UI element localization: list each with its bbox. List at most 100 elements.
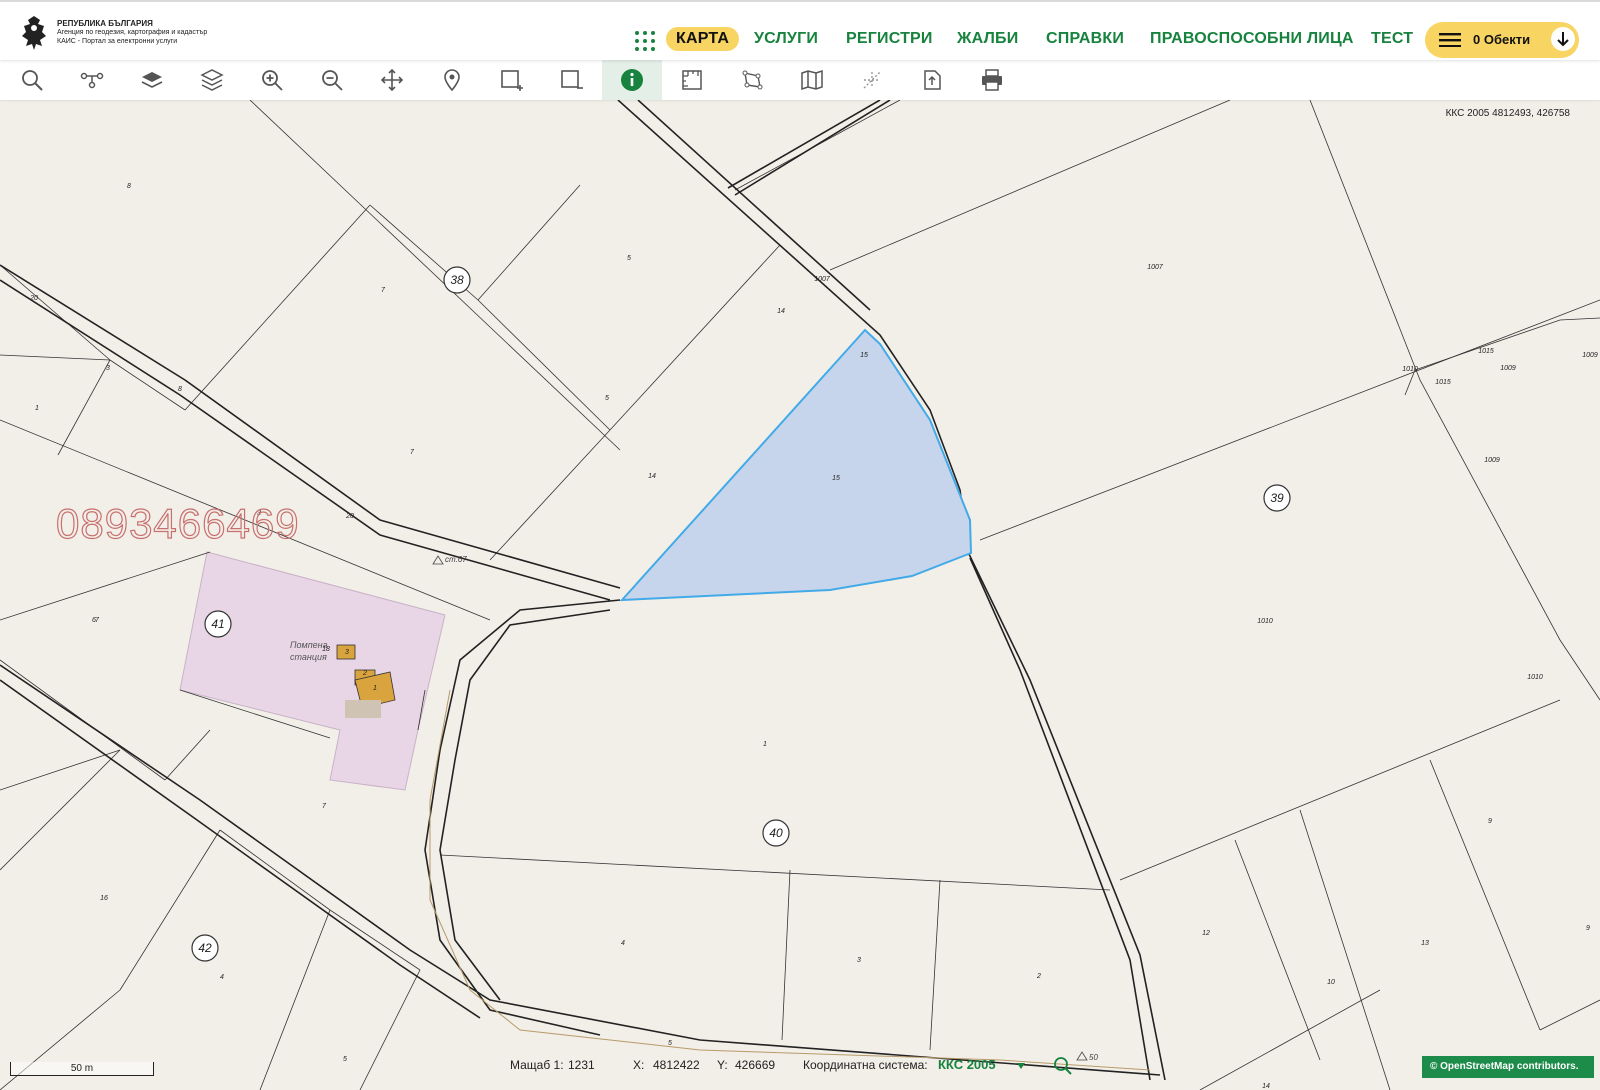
logo-title: РЕПУБЛИКА БЪЛГАРИЯ <box>57 19 153 28</box>
objects-button[interactable]: 0 Обекти <box>1425 22 1579 58</box>
tool-print[interactable] <box>962 60 1022 100</box>
svg-text:3: 3 <box>345 649 349 656</box>
phone-watermark: 0893466469 <box>55 499 300 547</box>
crs-select[interactable]: ККС 2005 <box>938 1057 996 1072</box>
tool-route[interactable] <box>62 60 122 100</box>
location-pin-icon <box>444 69 460 92</box>
svg-text:16: 16 <box>100 895 108 902</box>
tool-layers[interactable] <box>182 60 242 100</box>
tool-search[interactable] <box>2 60 62 100</box>
zoom-in-icon <box>262 70 283 91</box>
svg-text:8: 8 <box>178 386 182 393</box>
crs-dropdown-arrow-icon[interactable] <box>1017 1063 1025 1069</box>
nav-references[interactable]: СПРАВКИ <box>1046 30 1124 48</box>
scale-label: Мащаб 1: <box>510 1058 564 1072</box>
svg-text:6: 6 <box>92 617 96 624</box>
svg-text:4: 4 <box>220 974 224 981</box>
hamburger-icon <box>1439 33 1461 47</box>
x-label: X: <box>633 1058 645 1072</box>
tool-zoom-in[interactable] <box>242 60 302 100</box>
nav-map[interactable]: КАРТА <box>666 27 740 51</box>
svg-text:1010: 1010 <box>1257 618 1273 625</box>
svg-text:15: 15 <box>860 352 868 359</box>
scale-bar-label: 50 m <box>70 1063 94 1074</box>
svg-text:15: 15 <box>832 475 840 482</box>
svg-text:10: 10 <box>1327 979 1335 986</box>
district-40: 40 <box>769 826 783 840</box>
nav-test[interactable]: ТЕСТ <box>1371 30 1413 48</box>
district-39: 39 <box>1270 491 1284 505</box>
svg-text:4: 4 <box>621 940 625 947</box>
crosshair-icon <box>863 71 881 89</box>
export-icon <box>924 70 941 90</box>
svg-text:50: 50 <box>1089 1053 1098 1062</box>
crs-search-icon[interactable] <box>1053 1056 1073 1076</box>
map-icon <box>801 69 823 91</box>
nav-services[interactable]: УСЛУГИ <box>754 30 818 48</box>
svg-text:1007: 1007 <box>814 276 831 283</box>
logo-subtitle-2: КАИС - Портал за електронни услуги <box>57 38 178 45</box>
measure-icon <box>682 70 702 90</box>
svg-text:5: 5 <box>668 1040 672 1047</box>
apps-grid-icon[interactable] <box>634 30 656 52</box>
svg-text:5: 5 <box>605 395 609 402</box>
print-icon <box>982 69 1002 91</box>
cadastral-map[interactable]: 38 39 40 41 42 8 7 5 14 1007 1007 15 15 … <box>0 100 1600 1090</box>
scale-value[interactable]: 1231 <box>568 1058 595 1072</box>
top-header: РЕПУБЛИКА БЪЛГАРИЯ Агенция по геодезия, … <box>0 0 1600 60</box>
zoom-out-icon <box>322 70 343 91</box>
svg-text:1: 1 <box>373 685 377 692</box>
svg-text:5: 5 <box>343 1056 347 1063</box>
tool-map[interactable] <box>782 60 842 100</box>
svg-text:1: 1 <box>35 405 39 412</box>
svg-text:3: 3 <box>857 957 861 964</box>
tool-select-add[interactable] <box>482 60 542 100</box>
tool-select-remove[interactable] <box>542 60 602 100</box>
tool-pan[interactable] <box>362 60 422 100</box>
x-value: 4812422 <box>653 1058 700 1072</box>
nav-licensed-persons[interactable]: ПРАВОСПОСОБНИ ЛИЦА <box>1150 30 1354 48</box>
tool-measure[interactable] <box>662 60 722 100</box>
objects-count: 0 Обекти <box>1473 32 1531 47</box>
search-icon <box>22 70 43 91</box>
svg-text:14: 14 <box>648 473 656 480</box>
download-button[interactable] <box>1551 27 1575 51</box>
svg-text:станция: станция <box>290 652 327 662</box>
district-42: 42 <box>198 941 212 955</box>
tool-info[interactable] <box>602 60 662 100</box>
polygon-icon <box>742 70 763 90</box>
svg-text:1015: 1015 <box>1478 348 1494 355</box>
tool-zoom-out[interactable] <box>302 60 362 100</box>
svg-text:Помпена: Помпена <box>290 640 328 650</box>
svg-text:9: 9 <box>1586 925 1590 932</box>
route-icon <box>80 72 104 89</box>
svg-text:14: 14 <box>1262 1083 1270 1090</box>
tool-location[interactable] <box>422 60 482 100</box>
nav-registers[interactable]: РЕГИСТРИ <box>846 30 933 48</box>
tool-polygon[interactable] <box>722 60 782 100</box>
svg-text:12: 12 <box>1202 930 1210 937</box>
svg-text:1007: 1007 <box>1147 264 1164 271</box>
crs-label: Координатна система: <box>803 1058 928 1072</box>
svg-text:1010: 1010 <box>1527 674 1543 681</box>
select-remove-icon <box>561 70 583 89</box>
nav-complaints[interactable]: ЖАЛБИ <box>957 30 1018 48</box>
coat-of-arms-logo[interactable] <box>18 14 50 52</box>
layer-icon <box>141 72 163 88</box>
logo-subtitle: Агенция по геодезия, картография и кадас… <box>57 29 208 36</box>
pan-icon <box>380 68 404 92</box>
district-41: 41 <box>211 617 224 631</box>
map-toolbar <box>0 60 1600 100</box>
svg-text:9: 9 <box>1488 818 1492 825</box>
select-add-icon <box>501 70 523 91</box>
svg-text:1: 1 <box>763 741 767 748</box>
tool-layer[interactable] <box>122 60 182 100</box>
info-icon <box>621 69 643 91</box>
svg-text:ст.67: ст.67 <box>445 555 467 564</box>
svg-text:1009: 1009 <box>1500 365 1516 372</box>
tool-export[interactable] <box>902 60 962 100</box>
district-38: 38 <box>450 273 464 287</box>
osm-attribution[interactable]: © OpenStreetMap contributors. <box>1422 1056 1594 1078</box>
svg-text:8: 8 <box>127 183 131 190</box>
tool-crosshair[interactable] <box>842 60 902 100</box>
